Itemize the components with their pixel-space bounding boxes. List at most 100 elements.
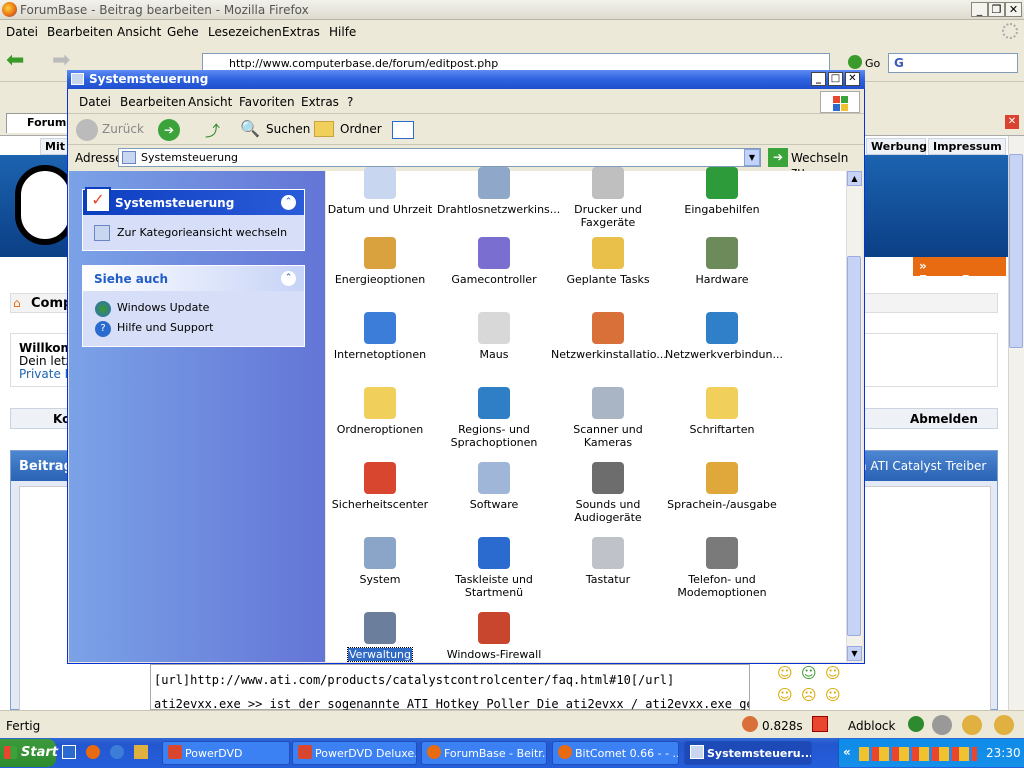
private-messages-link[interactable]: Private N bbox=[19, 367, 74, 381]
control-panel-item[interactable]: Ordneroptionen bbox=[322, 387, 438, 436]
forumbase-link[interactable]: » ForumBase bbox=[913, 257, 1006, 287]
smiley-icon[interactable]: ☺ bbox=[825, 686, 841, 704]
control-panel-item[interactable]: Scanner und Kameras bbox=[550, 387, 666, 449]
menu-hilfe[interactable]: Hilfe bbox=[329, 25, 356, 39]
back-arrow-icon[interactable]: ⬅ bbox=[6, 50, 24, 72]
control-panel-item[interactable]: Geplante Tasks bbox=[550, 237, 666, 286]
control-panel-item[interactable]: Internetoptionen bbox=[322, 312, 438, 361]
nav-link-impressum[interactable]: Impressum bbox=[928, 138, 1006, 155]
scroll-down-arrow-icon[interactable]: ▼ bbox=[847, 646, 862, 661]
close-button[interactable]: ✕ bbox=[845, 72, 860, 86]
start-button[interactable]: Start bbox=[0, 739, 58, 767]
windows-update-link[interactable]: Windows Update bbox=[117, 301, 209, 314]
help-and-support-link[interactable]: Hilfe und Support bbox=[117, 321, 213, 334]
minimize-button[interactable]: _ bbox=[971, 2, 988, 17]
control-panel-item[interactable]: Energieoptionen bbox=[322, 237, 438, 286]
menu-lesezeichen[interactable]: Lesezeichen bbox=[208, 25, 282, 39]
clock[interactable]: 23:30 bbox=[986, 746, 1021, 760]
scroll-up-arrow-icon[interactable]: ▲ bbox=[847, 171, 862, 186]
go-icon[interactable] bbox=[848, 55, 862, 69]
quicklaunch-ie-icon[interactable] bbox=[62, 745, 76, 759]
collapse-chevron-icon[interactable]: ⌃ bbox=[281, 195, 296, 210]
smiley-icon[interactable]: ☺ bbox=[801, 664, 817, 682]
explorer-scrollbar-thumb[interactable] bbox=[847, 256, 861, 636]
control-panel-item[interactable]: Sicherheitscenter bbox=[322, 462, 438, 511]
quicklaunch-thunderbird-icon[interactable] bbox=[110, 745, 124, 759]
control-panel-item[interactable]: Software bbox=[436, 462, 552, 511]
control-panel-item[interactable]: Regions- und Sprachoptionen bbox=[436, 387, 552, 449]
control-panel-item[interactable]: Sprachein-/ausgabe bbox=[664, 462, 780, 511]
switch-to-category-view-link[interactable]: Zur Kategorieansicht wechseln bbox=[117, 226, 287, 239]
tab-forum[interactable]: Forum bbox=[6, 113, 68, 133]
smiley-icon[interactable]: ☹ bbox=[801, 686, 817, 704]
control-panel-item[interactable]: Drucker und Faxgeräte bbox=[550, 167, 666, 229]
control-panel-item[interactable]: Hardware bbox=[664, 237, 780, 286]
minimize-button[interactable]: _ bbox=[811, 72, 826, 86]
nav-link-mit[interactable]: Mit C bbox=[40, 138, 70, 166]
search-icon[interactable]: 🔍 bbox=[240, 119, 260, 138]
menu-extras[interactable]: Extras bbox=[282, 25, 320, 39]
control-panel-item[interactable]: System bbox=[322, 537, 438, 586]
maximize-button[interactable]: □ bbox=[828, 72, 843, 86]
gear-icon[interactable] bbox=[994, 715, 1014, 735]
firefox-titlebar[interactable]: ForumBase - Beitrag bearbeiten - Mozilla… bbox=[0, 0, 1024, 20]
maximize-button[interactable]: ❐ bbox=[988, 2, 1005, 17]
folders-icon[interactable] bbox=[314, 121, 334, 137]
folders-button[interactable]: Ordner bbox=[340, 122, 382, 136]
gear-icon[interactable] bbox=[962, 715, 982, 735]
logout-link[interactable]: Abmelden bbox=[910, 412, 978, 426]
nav-link-werbung[interactable]: Werbung bbox=[866, 138, 927, 155]
see-also-header[interactable]: Siehe auch bbox=[83, 266, 304, 291]
explorer-titlebar[interactable]: Systemsteuerung _ □ ✕ bbox=[67, 70, 865, 89]
back-icon[interactable] bbox=[76, 119, 98, 141]
control-panel-item[interactable]: Netzwerkverbindun... bbox=[664, 312, 783, 361]
menu-datei[interactable]: Datei bbox=[6, 25, 38, 39]
menu-bearbeiten[interactable]: Bearbeiten bbox=[47, 25, 113, 39]
control-panel-item[interactable]: Sounds und Audiogeräte bbox=[550, 462, 666, 524]
menu-bearbeiten[interactable]: Bearbeiten bbox=[120, 95, 186, 109]
search-button[interactable]: Suchen bbox=[266, 122, 310, 136]
control-panel-item[interactable]: Eingabehilfen bbox=[664, 167, 780, 216]
go-arrow-icon[interactable]: ➔ bbox=[768, 148, 788, 167]
collapse-chevron-icon[interactable]: ⌃ bbox=[281, 271, 296, 286]
menu-favoriten[interactable]: Favoriten bbox=[239, 95, 295, 109]
adblock-label[interactable]: Adblock bbox=[848, 719, 895, 733]
menu-datei[interactable]: Datei bbox=[79, 95, 111, 109]
tray-icons[interactable] bbox=[859, 747, 977, 761]
control-panel-item[interactable]: Netzwerkinstallatio... bbox=[550, 312, 667, 361]
quicklaunch-icon[interactable] bbox=[134, 745, 148, 759]
forward-arrow-icon[interactable]: ➡ bbox=[52, 50, 70, 72]
address-dropdown-button[interactable]: ▼ bbox=[744, 149, 760, 166]
close-tab-icon[interactable]: ✕ bbox=[1005, 115, 1019, 129]
control-panel-item[interactable]: Maus bbox=[436, 312, 552, 361]
post-editor-textarea[interactable]: [url]http://www.ati.com/products/catalys… bbox=[150, 664, 750, 711]
page-scrollbar-thumb[interactable] bbox=[1009, 154, 1023, 348]
menu-ansicht[interactable]: Ansicht bbox=[117, 25, 161, 39]
shield-icon[interactable] bbox=[812, 716, 828, 732]
up-folder-icon[interactable]: ⤴ bbox=[205, 120, 220, 141]
address-input[interactable]: Systemsteuerung bbox=[118, 148, 761, 167]
control-panel-item[interactable]: Tastatur bbox=[550, 537, 666, 586]
quicklaunch-firefox-icon[interactable] bbox=[86, 745, 100, 759]
menu-ansicht[interactable]: Ansicht bbox=[188, 95, 232, 109]
menu-extras[interactable]: Extras bbox=[301, 95, 339, 109]
control-panel-item[interactable]: Windows-Firewall bbox=[436, 612, 552, 661]
views-icon[interactable] bbox=[392, 121, 414, 139]
control-panel-item[interactable]: Drahtlosnetzwerkins... bbox=[436, 167, 560, 216]
menu-gehe[interactable]: Gehe bbox=[167, 25, 199, 39]
control-panel-item[interactable]: Taskleiste und Startmenü bbox=[436, 537, 552, 599]
close-button[interactable]: ✕ bbox=[1005, 2, 1022, 17]
thread-title[interactable]: n ATI Catalyst Treiber bbox=[859, 459, 986, 473]
control-panel-item[interactable]: Verwaltung bbox=[322, 612, 438, 662]
tray-expand-icon[interactable]: « bbox=[843, 745, 851, 759]
control-panel-item[interactable]: Gamecontroller bbox=[436, 237, 552, 286]
menu-help[interactable]: ? bbox=[347, 95, 353, 109]
smiley-icon[interactable]: ☺ bbox=[777, 664, 793, 682]
go-label[interactable]: Go bbox=[865, 57, 880, 70]
smiley-icon[interactable]: ☺ bbox=[777, 686, 793, 704]
search-input[interactable]: G bbox=[888, 53, 1018, 73]
back-button[interactable]: Zurück bbox=[102, 122, 144, 136]
control-panel-item[interactable]: Telefon- und Modemoptionen bbox=[664, 537, 780, 599]
control-panel-item[interactable]: Schriftarten bbox=[664, 387, 780, 436]
forward-icon[interactable]: ➔ bbox=[158, 119, 180, 141]
